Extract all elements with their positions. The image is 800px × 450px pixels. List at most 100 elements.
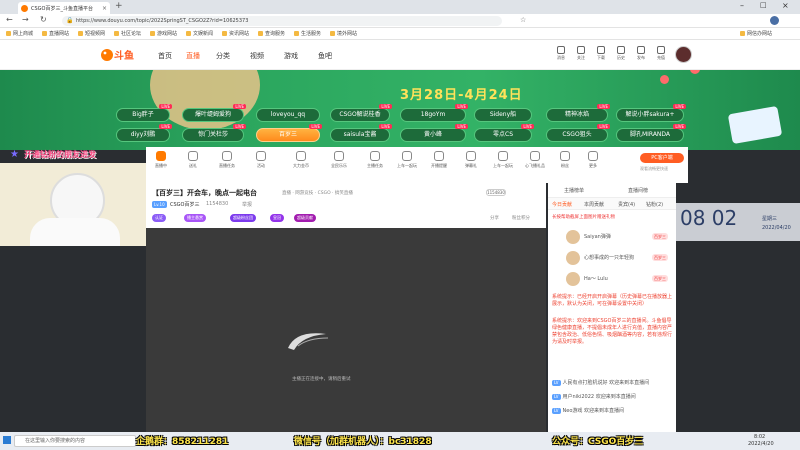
bookmark-item[interactable]: 直播网站 [42,30,69,38]
toolbar-coin[interactable]: 大力金币 [286,151,316,179]
publish-button[interactable]: 发布 [632,46,650,66]
taskbar-search[interactable]: 在这里输入你要搜索的内容 [14,435,136,447]
nav-category[interactable]: 分类 [216,51,230,61]
toolbar-live[interactable]: 直播中 [146,151,176,179]
recharge-button[interactable]: 充值 [652,46,670,66]
forward-icon[interactable]: → [22,15,29,24]
badge-crown[interactable]: 皇冠 [270,214,284,222]
bookmark-item[interactable]: 网上商城 [6,30,33,38]
bookmark-item[interactable]: 网信办网站 [740,30,772,38]
history-button[interactable]: 历史 [612,46,630,66]
event-dates: 3月28日-4月24日 [400,88,523,103]
star-icon[interactable]: ☆ [520,16,526,24]
streamer-chip[interactable]: CSGO解说桂香 LIVE [330,104,392,122]
streamer-chip[interactable]: 惊门关杜莎 LIVE [182,124,246,142]
nav-game[interactable]: 游戏 [284,51,298,61]
douyu-logo[interactable]: 斗鱼 [100,47,134,63]
bookmark-item[interactable]: 境外网站 [330,30,357,38]
streamer-chip[interactable]: 脚孔MIRANDA LIVE [616,124,686,142]
bookmark-item[interactable]: 生活服务 [294,30,321,38]
minimize-icon[interactable]: – [740,1,744,10]
nav-home[interactable]: 首页 [158,51,172,61]
streamer-chip[interactable]: CSGO狙头 LIVE [546,124,610,142]
close-tab-icon[interactable]: × [102,5,107,12]
tab-today[interactable]: 今日贡献 [552,201,572,208]
rank-row[interactable]: 心想事成的一只年轻狗 百岁三 [552,250,672,266]
toolbar-fans[interactable]: 粉丝 [550,151,580,179]
toolbar-reminder[interactable]: 开播提醒 [424,151,454,179]
download-button[interactable]: 下载 [592,46,610,66]
nav-video[interactable]: 视频 [250,51,264,61]
badge-bounty[interactable]: 播主悬赏 [184,214,206,222]
new-tab-icon[interactable]: + [115,1,123,11]
user-avatar[interactable] [675,46,692,63]
wave-icon [188,151,198,161]
tab-diamond[interactable]: 钻粉(2) [646,201,663,208]
video-player[interactable]: 主播正在连接中，请稍后重试 [146,228,546,432]
bookmark-item[interactable]: 文娱新闻 [186,30,213,38]
fans-score[interactable]: 1154830 [486,189,506,196]
report-link[interactable]: 举报 [242,201,252,208]
upload-icon [637,46,645,54]
streamer-chip[interactable]: loveyou_qq [256,108,320,122]
rank-row[interactable]: Ha～ Lulu 百岁三 [552,271,672,287]
fans-points[interactable]: 粉丝积分 [512,215,530,221]
toolbar-activity[interactable]: 活动 [246,151,276,179]
streamer-chip[interactable]: Big胖子 LIVE [116,104,172,122]
toolbar-ride[interactable]: 上车一起玩 [392,151,422,179]
task-icon [222,151,232,161]
room-rank-tab[interactable]: 直播间榜 [628,187,648,194]
close-window-icon[interactable]: × [782,1,789,10]
profile-avatar[interactable] [770,16,779,25]
follow-button[interactable]: 关注 [572,46,590,66]
back-icon[interactable]: ← [6,15,13,24]
bookmark-item[interactable]: 短视频网 [78,30,105,38]
pc-client-button[interactable]: PC客户端 [640,153,684,163]
streamer-chip[interactable]: diyy刘鹏 LIVE [116,124,172,142]
tab-week[interactable]: 本周贡献 [584,201,604,208]
badge-fans[interactable]: 超级粉丝团 [230,214,256,222]
streamer-rank-tab[interactable]: 主播榜单 [564,187,584,194]
streamer-chip[interactable]: Sideny船 [474,108,532,122]
streamer-chip[interactable]: saisula宝酱 LIVE [330,124,392,142]
car-icon [498,151,508,161]
toolbar-danmaku[interactable]: 弹幕礼 [456,151,486,179]
toolbar-fun[interactable]: 全民乐乐 [324,151,354,179]
toolbar-streamer-task[interactable]: 主播任务 [360,151,390,179]
toolbar-task[interactable]: 直播任务 [212,151,242,179]
streamer-name[interactable]: CSGO百岁三 [170,201,199,208]
windows-taskbar: 在这里输入你要搜索的内容 企鹅群：858211281 微信号（加群机器人）：bc… [0,432,800,450]
streamer-chip[interactable]: 爆叶缇姆爱狗 LIVE [182,104,246,122]
bookmark-item[interactable]: 查询服务 [258,30,285,38]
avatar [566,251,580,265]
toolbar-plane[interactable]: 心飞播礼品 [520,151,550,179]
clock-time: 08 02 [680,206,738,230]
badge-auth[interactable]: 认证 [152,214,166,222]
browser-tab[interactable]: CSGO百岁三_斗鱼直播平台 × [18,2,110,14]
toolbar-gift[interactable]: 送礼 [178,151,208,179]
badge-contrib[interactable]: 超级贡献 [294,214,316,222]
toolbar-more[interactable]: 更多 [578,151,608,179]
streamer-chip[interactable]: 18goYm LIVE [400,104,468,122]
streamer-chip[interactable]: 精神冰焰 LIVE [546,104,610,122]
rank-row[interactable]: Saiyan弹弹 百岁三 [552,229,672,245]
bookmark-item[interactable]: 游戏网站 [150,30,177,38]
share-button[interactable]: 分享 [490,215,499,221]
url-input[interactable]: https://www.douyu.com/topic/2022SpringST… [62,16,502,26]
bookmark-item[interactable]: 资讯网站 [222,30,249,38]
toolbar-ride-2[interactable]: 上车一起玩 [488,151,518,179]
streamer-chip[interactable]: 解说小胖sakura+ LIVE [616,104,686,122]
follower-count: 1154830 [206,201,229,207]
streamer-chip[interactable]: 黄小峰 LIVE [400,124,468,142]
tab-vip[interactable]: 贵宾(4) [618,201,635,208]
reload-icon[interactable]: ↻ [40,15,47,24]
event-banner: 3月28日-4月24日 Big胖子 LIVE 爆叶缇姆爱狗 LIVE loveyou… [0,70,800,150]
streamer-chip[interactable]: 零点CS LIVE [474,124,534,142]
nav-yuba[interactable]: 鱼吧 [318,51,332,61]
streamer-chip-selected[interactable]: 百岁三 LIVE [256,124,322,142]
windows-start-icon[interactable] [3,436,11,444]
nav-live[interactable]: 直播 [186,51,200,61]
messages-button[interactable]: 消息 [552,46,570,66]
bookmark-item[interactable]: 社区论坛 [114,30,141,38]
maximize-icon[interactable]: □ [760,1,767,9]
